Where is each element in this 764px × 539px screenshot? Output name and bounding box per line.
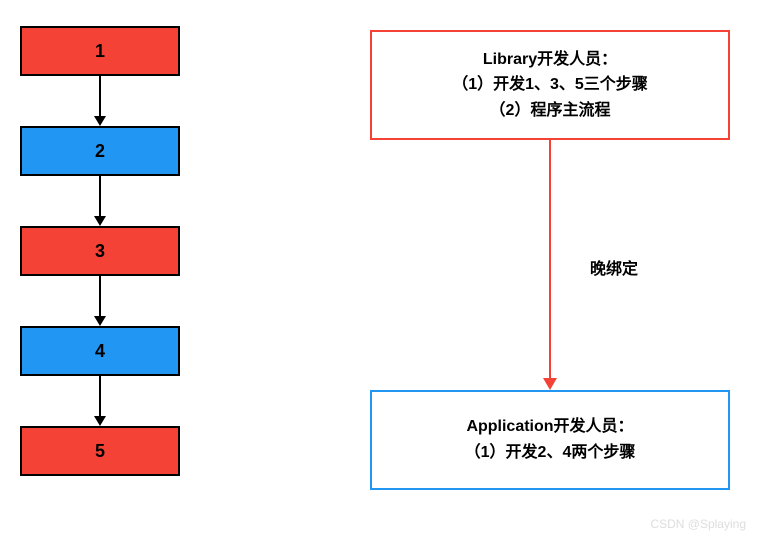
arrow-down-icon: [90, 76, 110, 126]
library-line-2: （1）开发1、3、5三个步骤: [452, 72, 648, 98]
arrow-down-icon: [90, 276, 110, 326]
step-3-box: 3: [20, 226, 180, 276]
step-1-label: 1: [95, 41, 105, 62]
step-4-box: 4: [20, 326, 180, 376]
arrow-down-icon: [90, 376, 110, 426]
step-3-label: 3: [95, 241, 105, 262]
step-4-label: 4: [95, 341, 105, 362]
arrow-2-3: [20, 176, 180, 226]
step-2-box: 2: [20, 126, 180, 176]
step-5-box: 5: [20, 426, 180, 476]
step-1-box: 1: [20, 26, 180, 76]
connector-arrow: [370, 140, 730, 390]
step-2-label: 2: [95, 141, 105, 162]
library-line-3: （2）程序主流程: [490, 98, 611, 124]
application-box: Application开发人员： （1）开发2、4两个步骤: [370, 390, 730, 490]
arrow-1-2: [20, 76, 180, 126]
step-5-label: 5: [95, 441, 105, 462]
late-binding-label: 晚绑定: [590, 255, 638, 279]
flow-column: 1 2 3 4 5: [20, 26, 180, 476]
library-line-1: Library开发人员：: [483, 47, 617, 73]
application-line-2: （1）开发2、4两个步骤: [465, 440, 636, 466]
arrow-down-icon: [90, 176, 110, 226]
watermark-text: CSDN @Splaying: [650, 517, 746, 531]
application-line-1: Application开发人员：: [466, 414, 633, 440]
library-box: Library开发人员： （1）开发1、3、5三个步骤 （2）程序主流程: [370, 30, 730, 140]
arrow-3-4: [20, 276, 180, 326]
library-content: Library开发人员： （1）开发1、3、5三个步骤 （2）程序主流程: [370, 30, 730, 140]
arrow-4-5: [20, 376, 180, 426]
